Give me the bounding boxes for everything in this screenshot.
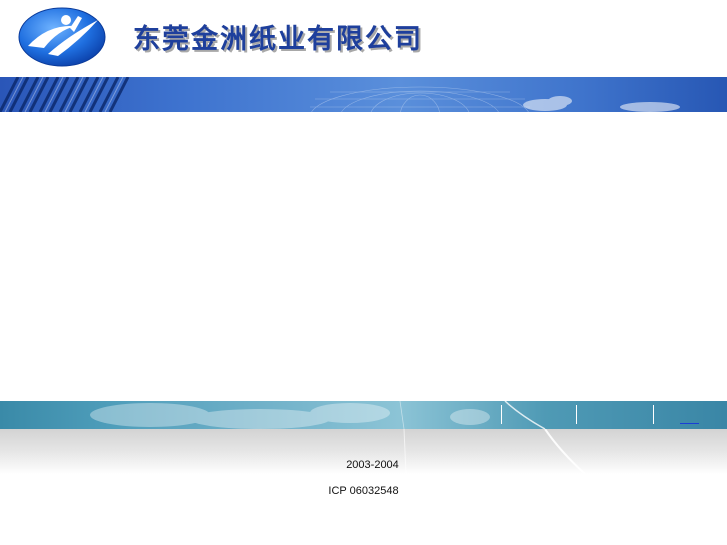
- nav-separator: [501, 405, 502, 424]
- site-header: 东莞金洲纸业有限公司: [0, 0, 727, 77]
- main-content: [0, 112, 727, 401]
- page: 东莞金洲纸业有限公司 2003-2004 ICP 06032548: [0, 0, 727, 545]
- top-banner: [0, 77, 727, 112]
- copyright-text: 2003-2004: [346, 459, 399, 471]
- icp-license-text: ICP 06032548: [328, 485, 399, 497]
- company-logo-icon[interactable]: [18, 6, 106, 68]
- nav-link[interactable]: [680, 411, 699, 424]
- company-name: 东莞金洲纸业有限公司: [133, 24, 423, 55]
- footer-nav-bar: [0, 401, 727, 429]
- nav-separator: [653, 405, 654, 424]
- nav-separator: [576, 405, 577, 424]
